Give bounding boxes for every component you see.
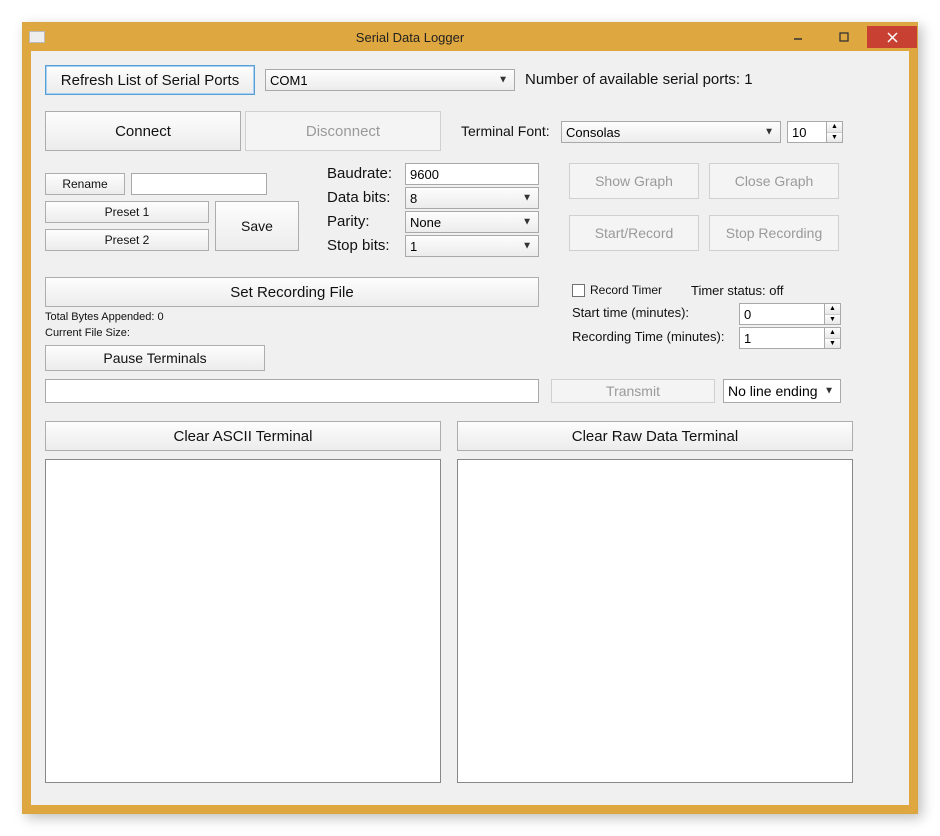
transmit-input[interactable] [45,379,539,403]
chevron-down-icon: ▼ [522,217,532,228]
rename-input[interactable] [131,173,267,195]
chevron-down-icon: ▼ [498,75,508,86]
stopbits-label: Stop bits: [327,237,390,254]
pause-terminals-button[interactable]: Pause Terminals [45,345,265,371]
rename-button[interactable]: Rename [45,173,125,195]
close-graph-button[interactable]: Close Graph [709,163,839,199]
chevron-down-icon: ▼ [824,386,834,397]
chevron-down-icon: ▼ [764,127,774,138]
start-time-input[interactable] [740,305,824,324]
terminal-font-size-spinner[interactable]: ▲▼ [787,121,843,143]
disconnect-button[interactable]: Disconnect [245,111,441,151]
recording-time-spinner[interactable]: ▲▼ [739,327,841,349]
spin-down-icon[interactable]: ▼ [827,133,842,143]
connect-button[interactable]: Connect [45,111,241,151]
spin-up-icon[interactable]: ▲ [827,122,842,133]
ascii-terminal[interactable] [45,459,441,783]
chevron-down-icon: ▼ [522,193,532,204]
minimize-icon [793,32,803,42]
app-icon [29,31,45,43]
maximize-icon [839,32,849,42]
baudrate-input[interactable] [405,163,539,185]
serial-port-value: COM1 [270,73,308,88]
total-bytes-label: Total Bytes Appended: 0 [45,311,164,323]
serial-port-select[interactable]: COM1 ▼ [265,69,515,91]
start-record-button[interactable]: Start/Record [569,215,699,251]
save-button[interactable]: Save [215,201,299,251]
maximize-button[interactable] [821,26,867,48]
preset1-button[interactable]: Preset 1 [45,201,209,223]
transmit-button[interactable]: Transmit [551,379,715,403]
set-recording-file-button[interactable]: Set Recording File [45,277,539,307]
line-ending-select[interactable]: No line ending ▼ [723,379,841,403]
databits-value: 8 [410,191,417,206]
spin-up-icon[interactable]: ▲ [825,304,840,315]
databits-label: Data bits: [327,189,390,206]
available-ports-label: Number of available serial ports: 1 [525,71,753,88]
spin-down-icon[interactable]: ▼ [825,315,840,325]
window-frame: Serial Data Logger Refresh List of Seria… [22,22,918,814]
spin-down-icon[interactable]: ▼ [825,339,840,349]
close-button[interactable] [867,26,917,48]
terminal-font-value: Consolas [566,125,620,140]
terminal-font-size-input[interactable] [788,123,826,142]
parity-value: None [410,215,441,230]
terminal-font-select[interactable]: Consolas ▼ [561,121,781,143]
window-controls [775,26,917,48]
raw-terminal[interactable] [457,459,853,783]
app-title: Serial Data Logger [45,30,775,45]
baudrate-label: Baudrate: [327,165,392,182]
line-ending-value: No line ending [728,383,818,399]
databits-select[interactable]: 8 ▼ [405,187,539,209]
stop-recording-button[interactable]: Stop Recording [709,215,839,251]
parity-select[interactable]: None ▼ [405,211,539,233]
record-timer-checkbox[interactable]: Record Timer [572,283,662,297]
stopbits-select[interactable]: 1 ▼ [405,235,539,257]
close-icon [887,32,898,43]
spin-up-icon[interactable]: ▲ [825,328,840,339]
client-area: Refresh List of Serial Ports COM1 ▼ Numb… [31,51,909,805]
refresh-ports-button[interactable]: Refresh List of Serial Ports [45,65,255,95]
start-time-label: Start time (minutes): [572,305,689,320]
clear-ascii-terminal-button[interactable]: Clear ASCII Terminal [45,421,441,451]
timer-status-label: Timer status: off [691,283,783,298]
main-panel: Refresh List of Serial Ports COM1 ▼ Numb… [45,65,895,791]
start-time-spinner[interactable]: ▲▼ [739,303,841,325]
clear-raw-terminal-button[interactable]: Clear Raw Data Terminal [457,421,853,451]
record-timer-label: Record Timer [590,283,662,297]
chevron-down-icon: ▼ [522,241,532,252]
current-file-size-label: Current File Size: [45,327,130,339]
recording-time-input[interactable] [740,329,824,348]
recording-time-label: Recording Time (minutes): [572,329,724,344]
parity-label: Parity: [327,213,370,230]
titlebar: Serial Data Logger [23,23,917,51]
stopbits-value: 1 [410,239,417,254]
show-graph-button[interactable]: Show Graph [569,163,699,199]
terminal-font-label: Terminal Font: [461,123,550,139]
minimize-button[interactable] [775,26,821,48]
preset2-button[interactable]: Preset 2 [45,229,209,251]
checkbox-box-icon [572,284,585,297]
